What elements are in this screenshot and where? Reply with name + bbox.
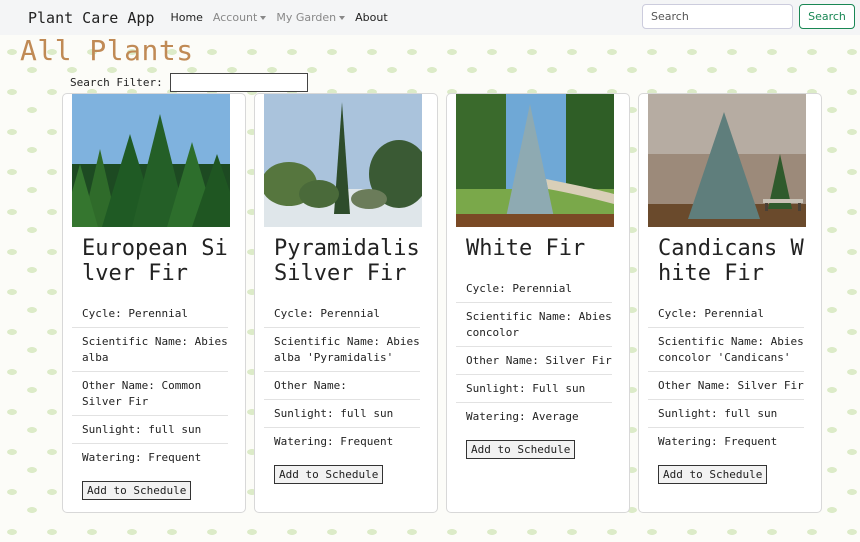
plant-watering: Watering: Average	[466, 410, 579, 423]
snowy-garden-fir-photo	[264, 94, 422, 227]
add-to-schedule-button[interactable]: Add to Schedule	[466, 440, 576, 459]
plant-other-name: Other Name: Silver Fir	[456, 347, 612, 375]
fir-with-bench-photo	[648, 94, 806, 227]
plant-sunlight: Sunlight: full sun	[648, 400, 804, 428]
plant-card: Pyramidalis Silver Fir Cycle: Perennial …	[254, 93, 438, 513]
caret-down-icon	[339, 15, 346, 20]
add-to-schedule-button[interactable]: Add to Schedule	[658, 465, 768, 484]
plant-cycle: Cycle: Perennial	[264, 300, 420, 328]
plant-watering: Watering: Frequent	[82, 451, 202, 464]
nav-home-link[interactable]: Home	[170, 11, 202, 24]
plant-cycle: Cycle: Perennial	[648, 300, 804, 328]
nav-my-garden-label: My Garden	[276, 11, 337, 24]
plant-sunlight: Sunlight: full sun	[72, 416, 228, 444]
search-filter-input[interactable]	[169, 73, 308, 92]
plant-other-name: Other Name: Silver Fir	[648, 372, 804, 400]
nav-my-garden-dropdown[interactable]: My Garden	[276, 11, 346, 24]
plant-scientific-name: Scientific Name: Abies concolor 'Candica…	[648, 328, 804, 372]
nav-account-dropdown[interactable]: Account	[212, 11, 267, 24]
page-title: All Plants	[20, 34, 194, 67]
blue-fir-path-photo	[456, 94, 614, 227]
plant-other-name: Other Name:	[264, 372, 420, 400]
nav-about-label: About	[355, 11, 388, 24]
plant-sunlight: Sunlight: Full sun	[456, 375, 612, 403]
plant-name: Pyramidalis Silver Fir	[274, 236, 420, 286]
plant-card: Candicans White Fir Cycle: Perennial Sci…	[638, 93, 822, 513]
caret-down-icon	[260, 15, 267, 20]
plant-cycle: Cycle: Perennial	[72, 300, 228, 328]
search-button[interactable]: Search	[799, 4, 855, 29]
plant-scientific-name: Scientific Name: Abies alba 'Pyramidalis…	[264, 328, 420, 372]
plant-watering: Watering: Frequent	[658, 435, 778, 448]
plant-scientific-name: Scientific Name: Abies concolor	[456, 303, 612, 347]
plant-card: European Silver Fir Cycle: Perennial Sci…	[62, 93, 246, 513]
add-to-schedule-button[interactable]: Add to Schedule	[274, 465, 384, 484]
search-input[interactable]	[642, 4, 793, 29]
nav-account-label: Account	[212, 11, 258, 24]
plant-name: European Silver Fir	[82, 236, 228, 286]
fir-forest-photo	[72, 94, 230, 227]
plant-watering: Watering: Frequent	[274, 435, 394, 448]
plant-name: Candicans White Fir	[658, 236, 804, 286]
brand-link[interactable]: Plant Care App	[28, 9, 154, 27]
add-to-schedule-button[interactable]: Add to Schedule	[82, 481, 192, 500]
search-filter-label: Search Filter:	[70, 76, 163, 89]
nav-about-link[interactable]: About	[355, 11, 388, 24]
plant-cycle: Cycle: Perennial	[456, 275, 612, 303]
plant-sunlight: Sunlight: full sun	[264, 400, 420, 428]
navbar: Plant Care App Home Account My Garden Ab…	[0, 0, 860, 35]
plant-scientific-name: Scientific Name: Abies alba	[72, 328, 228, 372]
nav-home-label: Home	[170, 11, 203, 24]
plant-card-list: European Silver Fir Cycle: Perennial Sci…	[62, 93, 822, 513]
search-filter-row: Search Filter:	[70, 73, 308, 92]
plant-other-name: Other Name: Common Silver Fir	[72, 372, 228, 416]
plant-name: White Fir	[466, 236, 586, 261]
plant-card: White Fir Cycle: Perennial Scientific Na…	[446, 93, 630, 513]
